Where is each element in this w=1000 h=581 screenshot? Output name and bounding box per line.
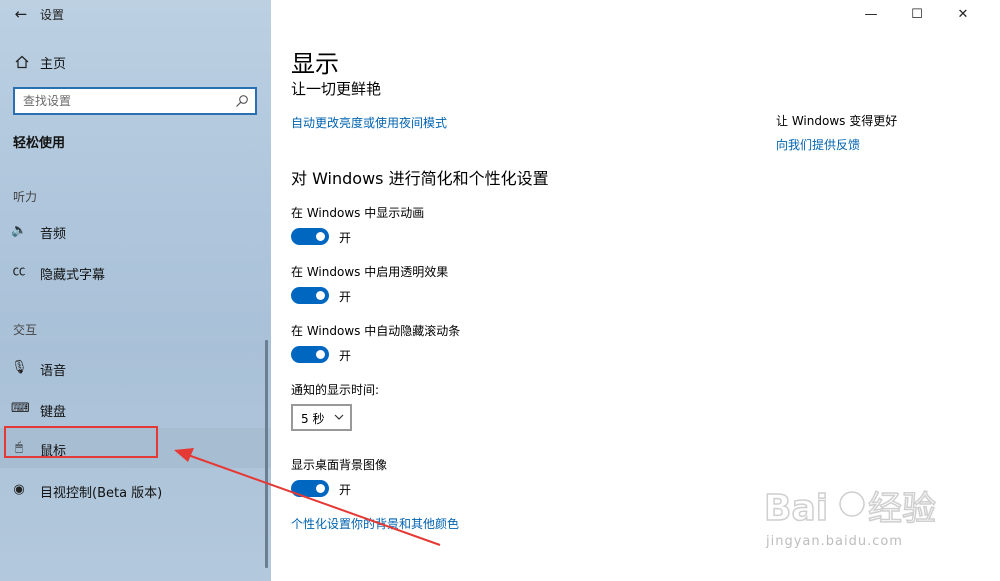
page-title: 显示: [291, 50, 339, 78]
section-title: 轻松使用: [13, 136, 66, 151]
close-button[interactable]: ✕: [940, 2, 986, 28]
scrollbars-label: 在 Windows 中自动隐藏滚动条: [291, 324, 461, 338]
group-label-interaction: 交互: [13, 323, 38, 337]
microphone-icon: 🎙: [11, 360, 28, 375]
toggle-knob: [316, 291, 325, 300]
animations-toggle-state: 开: [339, 231, 352, 245]
sidebar-item-label: 音频: [40, 227, 67, 242]
chevron-down-icon: [334, 414, 344, 420]
speaker-icon: 🔈: [11, 223, 28, 238]
search-box[interactable]: [13, 87, 257, 115]
dropdown-value: 5 秒: [301, 412, 325, 426]
annotation-highlight-box: [4, 426, 158, 458]
sidebar-item-label: 语音: [40, 364, 67, 379]
maximize-button[interactable]: ☐: [894, 2, 940, 28]
transparency-label: 在 Windows 中启用透明效果: [291, 265, 449, 279]
section-heading: 对 Windows 进行简化和个性化设置: [291, 169, 549, 188]
aside-title: 让 Windows 变得更好: [776, 114, 898, 128]
notification-time-label: 通知的显示时间:: [291, 383, 380, 397]
page-subtitle: 让一切更鲜艳: [291, 80, 382, 98]
sidebar-item-home[interactable]: 主页: [0, 46, 271, 78]
toggle-knob: [316, 232, 325, 241]
feedback-link[interactable]: 向我们提供反馈: [776, 136, 860, 153]
baidu-watermark: Bai 经验 jingyan.baidu.com: [760, 478, 960, 568]
personalize-link[interactable]: 个性化设置你的背景和其他颜色: [291, 515, 459, 532]
sidebar-item-captions[interactable]: ㏄ 隐藏式字幕: [0, 253, 271, 291]
sidebar: ← 设置 主页 轻松使用 听力 🔈 音频 ㏄ 隐藏式字幕 交互 🎙 语音 ⌨ 键…: [0, 0, 271, 581]
desktop-background-toggle-state: 开: [339, 483, 352, 497]
search-icon[interactable]: [235, 94, 249, 108]
sidebar-scrollbar[interactable]: [265, 340, 268, 568]
home-icon: [15, 55, 29, 69]
minimize-button[interactable]: —: [848, 2, 894, 28]
sidebar-item-keyboard[interactable]: ⌨ 键盘: [0, 390, 271, 428]
desktop-background-label: 显示桌面背景图像: [291, 458, 388, 472]
toggle-knob: [316, 484, 325, 493]
brightness-link[interactable]: 自动更改亮度或使用夜间模式: [291, 114, 447, 131]
baidu-logo-icon: Bai 经验: [763, 487, 937, 530]
sidebar-item-label: 隐藏式字幕: [40, 268, 106, 283]
app-title: 设置: [40, 8, 65, 22]
sidebar-item-audio[interactable]: 🔈 音频: [0, 212, 271, 250]
animations-label: 在 Windows 中显示动画: [291, 206, 425, 220]
back-arrow-icon[interactable]: ←: [10, 4, 32, 24]
svg-text:经验: 经验: [868, 489, 936, 529]
animations-toggle[interactable]: [291, 228, 329, 245]
watermark-text: jingyan.baidu.com: [766, 534, 903, 549]
sidebar-item-speech[interactable]: 🎙 语音: [0, 349, 271, 387]
transparency-toggle-state: 开: [339, 290, 352, 304]
group-label-hearing: 听力: [13, 190, 38, 204]
scrollbars-toggle[interactable]: [291, 346, 329, 363]
desktop-background-toggle[interactable]: [291, 480, 329, 497]
sidebar-item-label: 主页: [40, 57, 67, 72]
sidebar-item-eye-control[interactable]: ◉ 目视控制(Beta 版本): [0, 471, 271, 509]
transparency-toggle[interactable]: [291, 287, 329, 304]
sidebar-item-label: 键盘: [40, 405, 67, 420]
eye-control-icon: ◉: [13, 482, 25, 497]
scrollbars-toggle-state: 开: [339, 349, 352, 363]
captions-icon: ㏄: [12, 264, 26, 279]
sidebar-item-label: 目视控制(Beta 版本): [40, 486, 163, 501]
notification-time-dropdown[interactable]: 5 秒: [291, 404, 352, 431]
svg-text:Bai: Bai: [764, 488, 828, 529]
toggle-knob: [316, 350, 325, 359]
keyboard-icon: ⌨: [11, 401, 30, 416]
search-input[interactable]: [23, 92, 233, 110]
